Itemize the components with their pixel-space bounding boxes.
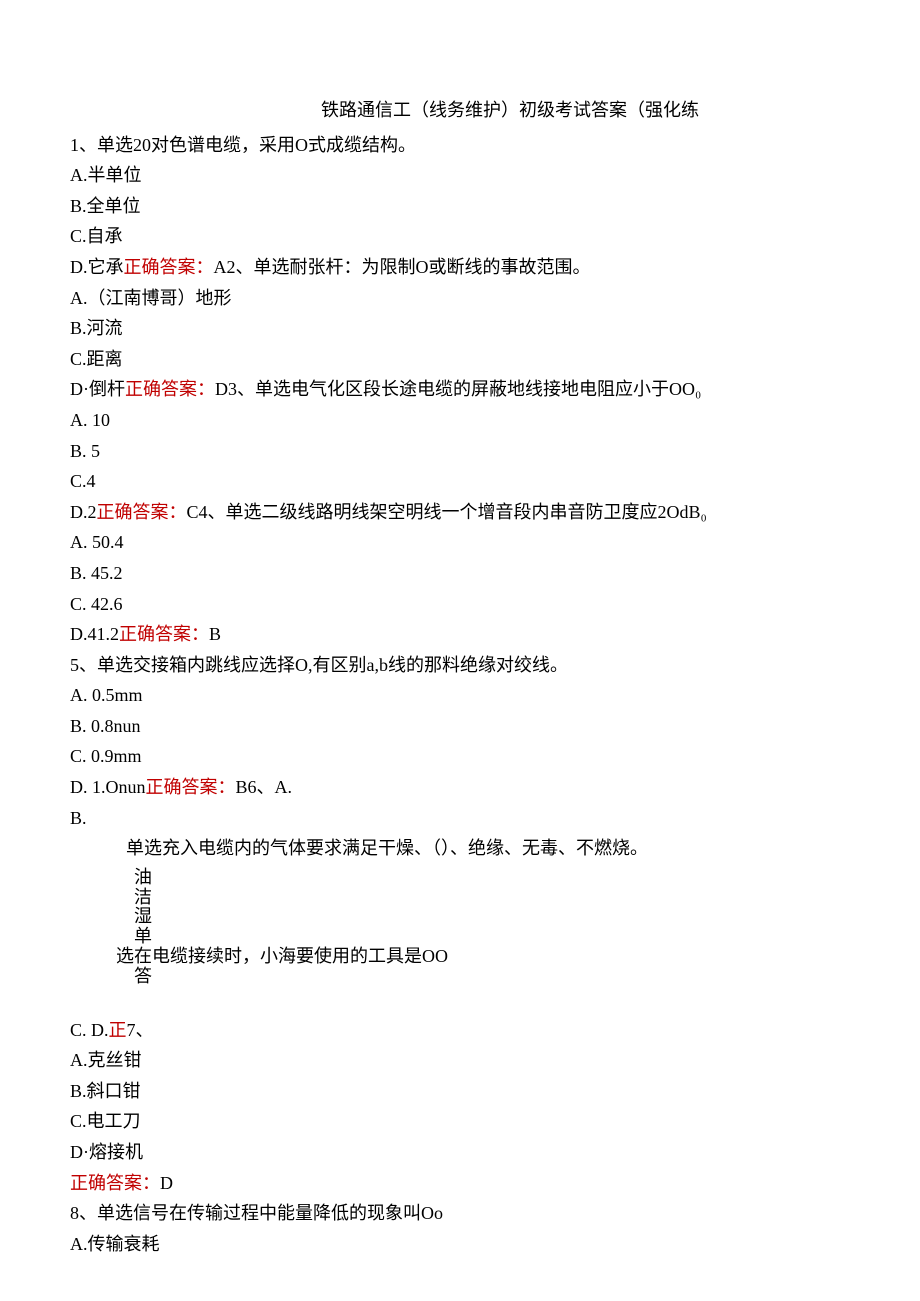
q4-answer-value: B [209,624,221,644]
q7-option-c: C.电工刀 [70,1106,850,1137]
q6-b-alone: B. [70,803,850,834]
q8-option-a: A.传输衰耗 [70,1229,850,1260]
q6-tail: 6、A. [248,777,293,797]
q2-stem: 2、单选耐张杆：为限制O或断线的事故范围。 [227,257,591,277]
q2-option-b: B.河流 [70,313,850,344]
q2-option-a: A.（江南博哥）地形 [70,283,850,314]
q1-d-text: D.它承 [70,257,124,277]
q5-d-text: D. 1.Onun [70,777,146,797]
q6-cd-tail: 7、 [127,1020,154,1040]
document-title: 铁路通信工（线务维护）初级考试答案（强化练 [70,95,850,126]
q1-answer-value: A [214,257,227,277]
q6-v4-pre: 单 [134,927,850,947]
q4-stem: 4、单选二级线路明线架空明线一个增音段内串音防卫度应2OdB₀ [199,502,707,522]
q6-cd-text: C. D. [70,1020,109,1040]
q7-option-b: B.斜口钳 [70,1076,850,1107]
q6-vertical-text: 油 洁 湿 单选在电缆接续时，小海要使用的工具是OO 答 [70,868,850,987]
q7-answer-value: D [160,1173,173,1193]
q7-option-d: D·熔接机 [70,1137,850,1168]
q8-stem: 8、单选信号在传输过程中能量降低的现象叫Oo [70,1198,850,1229]
q5-stem: 5、单选交接箱内跳线应选择O,有区别a,b线的那料绝缘对绞线。 [70,650,850,681]
q5-option-c: C. 0.9mm [70,741,850,772]
q7-answer-label: 正确答案： [70,1173,160,1193]
q6-cd-ans: 正 [109,1020,127,1040]
q6-v4: 单选在电缆接续时，小海要使用的工具是OO [134,927,850,967]
q1-answer-label: 正确答案： [124,257,214,277]
q3-answer-label: 正确答案： [97,502,187,522]
q7-answer: 正确答案：D [70,1168,850,1199]
q1-option-b: B.全单位 [70,191,850,222]
q3-option-a: A. 10 [70,405,850,436]
q7-option-a: A.克丝钳 [70,1045,850,1076]
q4-answer-label: 正确答案： [119,624,209,644]
q6-v4-post: 选在电缆接续时，小海要使用的工具是OO [116,947,850,967]
q4-option-a: A. 50.4 [70,527,850,558]
q3-stem: 3、单选电气化区段长途电缆的屏蔽地线接地电阻应小于OO₀ [228,379,701,399]
q5-answer-label: 正确答案： [146,777,236,797]
q6-v1: 油 [134,868,850,888]
q2-d-text: D·倒杆 [70,379,125,399]
q6-cd-line: C. D.正7、 [70,1015,850,1046]
q4-option-d-answer: D.41.2正确答案：B [70,619,850,650]
q2-answer-label: 正确答案： [125,379,215,399]
q2-option-d-q3-stem: D·倒杆正确答案：D3、单选电气化区段长途电缆的屏蔽地线接地电阻应小于OO₀ [70,374,850,405]
spacer [70,991,850,1015]
q1-stem: 1、单选20对色谱电缆，采用O式成缆结构。 [70,130,850,161]
q6-stem: 单选充入电缆内的气体要求满足干燥、（）、绝缘、无毒、不燃烧。 [70,833,850,864]
q4-d-text: D.41.2 [70,624,119,644]
q1-option-a: A.半单位 [70,160,850,191]
q3-d-text: D.2 [70,502,97,522]
q3-option-d-q4-stem: D.2正确答案：C4、单选二级线路明线架空明线一个增音段内串音防卫度应2OdB₀ [70,497,850,528]
q6-v2: 洁 [134,888,850,908]
q3-option-b: B. 5 [70,436,850,467]
q1-option-c: C.自承 [70,221,850,252]
q3-option-c: C.4 [70,466,850,497]
q2-answer-value: D [215,379,228,399]
q4-option-c: C. 42.6 [70,589,850,620]
q3-answer-value: C [187,502,199,522]
q4-option-b: B. 45.2 [70,558,850,589]
q1-option-d-q2-stem: D.它承正确答案：A2、单选耐张杆：为限制O或断线的事故范围。 [70,252,850,283]
q5-option-d-q6-prefix: D. 1.Onun正确答案：B6、A. [70,772,850,803]
q6-v5: 答 [134,967,850,987]
q2-option-c: C.距离 [70,344,850,375]
q5-answer-value: B [236,777,248,797]
q5-option-a: A. 0.5mm [70,680,850,711]
q5-option-b: B. 0.8nun [70,711,850,742]
q6-v3: 湿 [134,907,850,927]
